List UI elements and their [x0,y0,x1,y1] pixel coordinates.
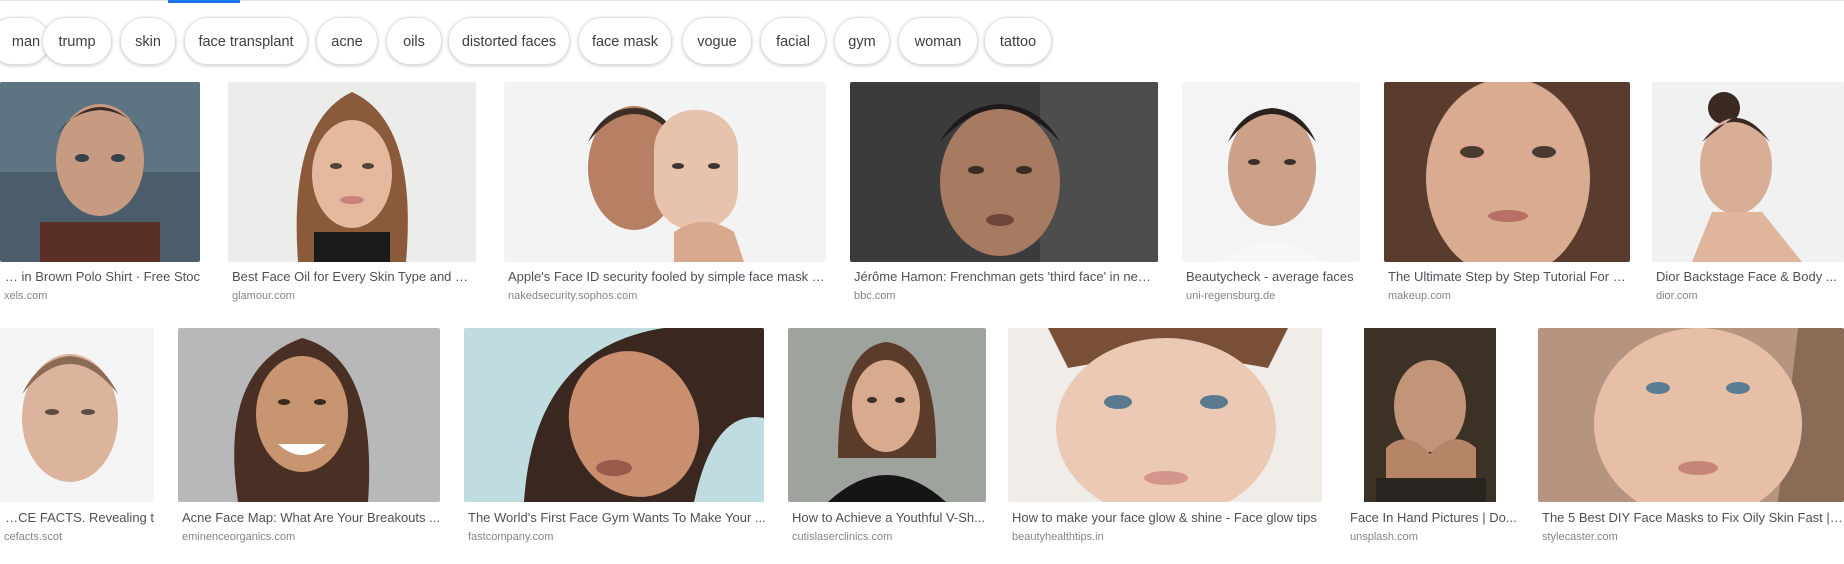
result-caption[interactable]: ACE FACTS. Revealing t... [4,510,154,525]
face-photo-thumbnail[interactable] [178,328,440,502]
face-photo-thumbnail[interactable] [788,328,986,502]
image-result[interactable]: The 5 Best DIY Face Masks to Fix Oily Sk… [1538,328,1844,558]
result-caption[interactable]: The World's First Face Gym Wants To Make… [468,510,766,525]
chip-tattoo[interactable]: tattoo [984,17,1052,65]
result-caption[interactable]: How to make your face glow & shine - Fac… [1012,510,1324,525]
result-caption[interactable]: Apple's Face ID security fooled by simpl… [508,269,826,284]
result-source[interactable]: nakedsecurity.sophos.com [508,290,826,302]
image-result[interactable]: ACE FACTS. Revealing t... cefacts.scot [0,328,154,558]
chip-trump[interactable]: trump [42,17,112,65]
face-photo-thumbnail[interactable] [1346,328,1516,502]
image-result[interactable]: Best Face Oil for Every Skin Type and Ho… [228,82,478,312]
result-caption[interactable]: Jérôme Hamon: Frenchman gets 'third face… [854,269,1160,284]
image-result[interactable]: How to make your face glow & shine - Fac… [1008,328,1324,558]
result-source[interactable]: unsplash.com [1350,531,1518,543]
face-photo-thumbnail[interactable] [1538,328,1844,502]
result-caption[interactable]: How to Achieve a Youthful V-Sh... [792,510,988,525]
image-result[interactable]: How to Achieve a Youthful V-Sh... cutisl… [788,328,986,558]
image-result[interactable]: The World's First Face Gym Wants To Make… [464,328,766,558]
image-result[interactable]: Face In Hand Pictures | Do... unsplash.c… [1346,328,1518,558]
result-source[interactable]: fastcompany.com [468,531,766,543]
chip-face-mask[interactable]: face mask [578,17,672,65]
chip-facial[interactable]: facial [760,17,826,65]
result-caption[interactable]: Dior Backstage Face & Body ... [1656,269,1844,284]
face-photo-thumbnail[interactable] [1182,82,1360,262]
face-photo-thumbnail[interactable] [0,328,154,502]
active-tab-indicator [168,0,240,3]
chip-face-transplant[interactable]: face transplant [184,17,308,65]
result-source[interactable]: xels.com [4,290,200,302]
face-photo-thumbnail[interactable] [1384,82,1630,262]
result-source[interactable]: dior.com [1656,290,1844,302]
face-photo-thumbnail[interactable] [1008,328,1322,502]
result-caption[interactable]: Face In Hand Pictures | Do... [1350,510,1518,525]
face-photo-thumbnail[interactable] [228,82,476,262]
result-source[interactable]: bbc.com [854,290,1160,302]
result-caption[interactable]: Beautycheck - average faces [1186,269,1362,284]
chip-acne[interactable]: acne [316,17,378,65]
result-caption[interactable]: The Ultimate Step by Step Tutorial For P… [1388,269,1630,284]
result-caption[interactable]: The 5 Best DIY Face Masks to Fix Oily Sk… [1542,510,1844,525]
chip-woman[interactable]: woman [898,17,978,65]
image-result[interactable]: Acne Face Map: What Are Your Breakouts .… [178,328,442,558]
result-source[interactable]: eminenceorganics.com [182,531,442,543]
face-photo-thumbnail[interactable] [504,82,826,262]
result-source[interactable]: beautyhealthtips.in [1012,531,1324,543]
image-result[interactable]: Apple's Face ID security fooled by simpl… [504,82,826,312]
image-result[interactable]: Beautycheck - average faces uni-regensbu… [1182,82,1362,312]
top-divider [0,0,1844,1]
result-source[interactable]: makeup.com [1388,290,1630,302]
chip-oils[interactable]: oils [386,17,442,65]
result-source[interactable]: cefacts.scot [4,531,154,543]
result-caption[interactable]: Best Face Oil for Every Skin Type and Ho… [232,269,476,284]
image-result[interactable]: The Ultimate Step by Step Tutorial For P… [1384,82,1630,312]
chip-distorted-faces[interactable]: distorted faces [448,17,570,65]
result-source[interactable]: stylecaster.com [1542,531,1844,543]
related-searches-bar: man trump skin face transplant acne oils… [0,17,1844,67]
chip-skin[interactable]: skin [120,17,176,65]
face-photo-thumbnail[interactable] [850,82,1158,262]
face-photo-thumbnail[interactable] [1652,82,1844,262]
face-photo-thumbnail[interactable] [0,82,200,262]
image-result[interactable]: Dior Backstage Face & Body ... dior.com [1652,82,1844,312]
chip-gym[interactable]: gym [834,17,890,65]
result-source[interactable]: glamour.com [232,290,476,302]
image-result[interactable]: an in Brown Polo Shirt · Free Stoc... xe… [0,82,200,312]
result-caption[interactable]: Acne Face Map: What Are Your Breakouts .… [182,510,442,525]
face-photo-thumbnail[interactable] [464,328,764,502]
result-source[interactable]: cutislaserclinics.com [792,531,988,543]
image-result[interactable]: Jérôme Hamon: Frenchman gets 'third face… [850,82,1160,312]
result-caption[interactable]: an in Brown Polo Shirt · Free Stoc... [4,269,200,284]
chip-vogue[interactable]: vogue [682,17,752,65]
result-source[interactable]: uni-regensburg.de [1186,290,1362,302]
